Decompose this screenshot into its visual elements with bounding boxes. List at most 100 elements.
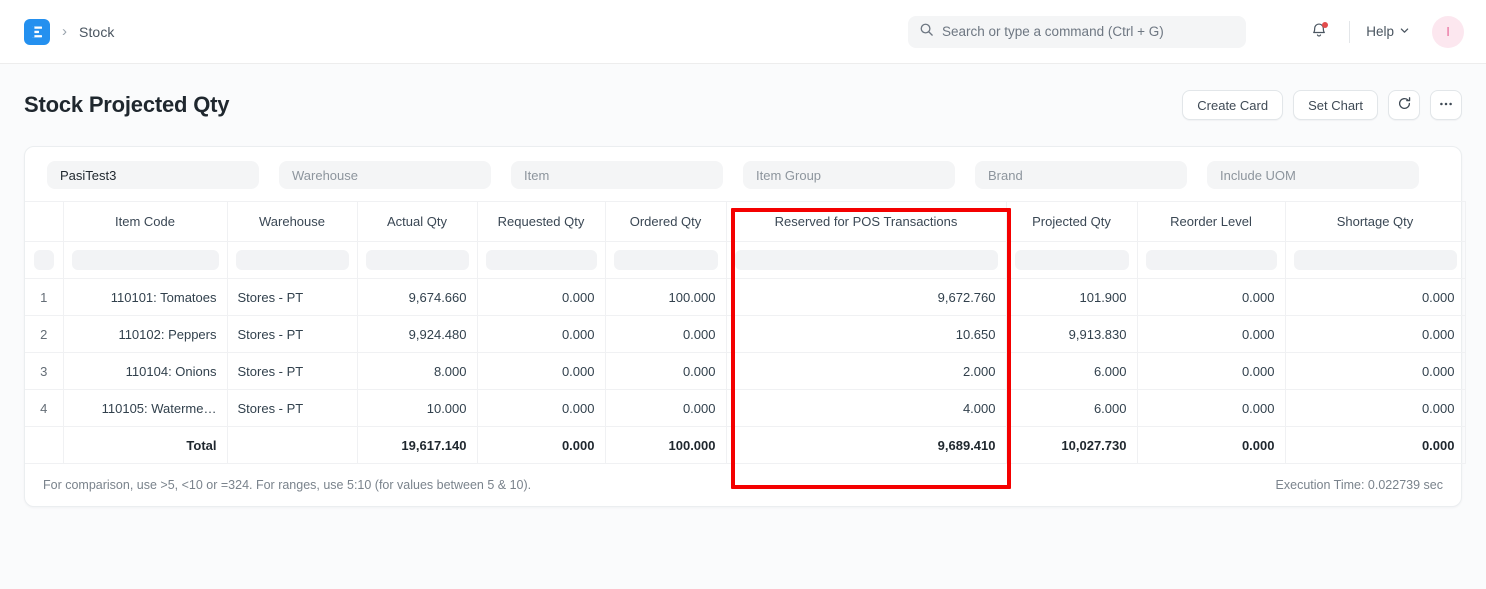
filter-brand-placeholder: Brand [988, 168, 1023, 183]
column-filter-reserved-for-pos-transactions[interactable] [726, 242, 1006, 279]
cell-projected-qty: 6.000 [1006, 390, 1137, 427]
page-body: Stock Projected Qty Create Card Set Char… [0, 64, 1486, 589]
breadcrumb: › Stock [24, 19, 115, 45]
cell-ordered-qty: 0.000 [605, 316, 726, 353]
create-card-button[interactable]: Create Card [1182, 90, 1283, 120]
column-filter-warehouse[interactable] [227, 242, 357, 279]
navbar-right-actions: Help I [1303, 16, 1464, 48]
cell-requested-qty: 0.000 [477, 390, 605, 427]
search-icon [919, 22, 934, 42]
column-header-requested-qty[interactable]: Requested Qty [477, 202, 605, 242]
cell-warehouse[interactable]: Stores - PT [227, 279, 357, 316]
column-header-index[interactable] [25, 202, 63, 242]
column-filter-reorder-level[interactable] [1137, 242, 1285, 279]
filter-include-uom[interactable]: Include UOM [1207, 161, 1419, 189]
table-row[interactable]: 4 110105: Waterme… Stores - PT 10.000 0.… [25, 390, 1465, 427]
help-menu-button[interactable]: Help [1364, 20, 1412, 43]
cell-reorder-level: 0.000 [1137, 390, 1285, 427]
cell-total-ordered-qty: 100.000 [605, 427, 726, 464]
cell-index: 4 [25, 390, 63, 427]
refresh-button[interactable] [1388, 90, 1420, 120]
cell-reserved-for-pos-transactions: 9,672.760 [726, 279, 1006, 316]
cell-shortage-qty: 0.000 [1285, 316, 1465, 353]
column-filter-item-code[interactable] [63, 242, 227, 279]
cell-reserved-for-pos-transactions: 2.000 [726, 353, 1006, 390]
cell-total-label: Total [63, 427, 227, 464]
column-filter-requested-qty[interactable] [477, 242, 605, 279]
table-row[interactable]: 2 110102: Peppers Stores - PT 9,924.480 … [25, 316, 1465, 353]
filter-hint-text: For comparison, use >5, <10 or =324. For… [43, 478, 531, 492]
column-filter-shortage-qty[interactable] [1285, 242, 1465, 279]
cell-reorder-level: 0.000 [1137, 279, 1285, 316]
cell-ordered-qty: 0.000 [605, 390, 726, 427]
column-header-projected-qty[interactable]: Projected Qty [1006, 202, 1137, 242]
cell-warehouse [227, 427, 357, 464]
notifications-button[interactable] [1303, 16, 1335, 48]
help-label: Help [1366, 24, 1394, 39]
cell-projected-qty: 9,913.830 [1006, 316, 1137, 353]
column-filter-ordered-qty[interactable] [605, 242, 726, 279]
cell-item-code[interactable]: 110104: Onions [63, 353, 227, 390]
erpnext-logo-icon[interactable] [24, 19, 50, 45]
cell-total-actual-qty: 19,617.140 [357, 427, 477, 464]
breadcrumb-item-stock[interactable]: Stock [79, 24, 115, 40]
cell-warehouse[interactable]: Stores - PT [227, 353, 357, 390]
cell-total-reorder-level: 0.000 [1137, 427, 1285, 464]
filter-warehouse-placeholder: Warehouse [292, 168, 358, 183]
refresh-icon [1397, 96, 1412, 114]
filter-include-uom-placeholder: Include UOM [1220, 168, 1296, 183]
cell-total-requested-qty: 0.000 [477, 427, 605, 464]
filter-item-group-placeholder: Item Group [756, 168, 821, 183]
table-filter-row [25, 242, 1465, 279]
cell-actual-qty: 9,674.660 [357, 279, 477, 316]
set-chart-button[interactable]: Set Chart [1293, 90, 1378, 120]
global-search[interactable] [908, 16, 1246, 48]
avatar-initial: I [1446, 24, 1450, 39]
search-input[interactable] [942, 24, 1235, 39]
cell-reserved-for-pos-transactions: 4.000 [726, 390, 1006, 427]
cell-item-code[interactable]: 110101: Tomatoes [63, 279, 227, 316]
filter-warehouse[interactable]: Warehouse [279, 161, 491, 189]
report-card: PasiTest3 Warehouse Item Item Group Bran… [24, 146, 1462, 507]
cell-item-code[interactable]: 110105: Waterme… [63, 390, 227, 427]
column-filter-projected-qty[interactable] [1006, 242, 1137, 279]
cell-requested-qty: 0.000 [477, 316, 605, 353]
column-header-reserved-for-pos-transactions[interactable]: Reserved for POS Transactions [726, 202, 1006, 242]
filter-company[interactable]: PasiTest3 [47, 161, 259, 189]
execution-time-text: Execution Time: 0.022739 sec [1276, 478, 1443, 492]
table-row[interactable]: 1 110101: Tomatoes Stores - PT 9,674.660… [25, 279, 1465, 316]
cell-index: 1 [25, 279, 63, 316]
cell-actual-qty: 9,924.480 [357, 316, 477, 353]
filter-item-placeholder: Item [524, 168, 549, 183]
cell-reorder-level: 0.000 [1137, 353, 1285, 390]
cell-projected-qty: 101.900 [1006, 279, 1137, 316]
cell-requested-qty: 0.000 [477, 279, 605, 316]
filter-brand[interactable]: Brand [975, 161, 1187, 189]
column-filter-index[interactable] [25, 242, 63, 279]
table-row[interactable]: 3 110104: Onions Stores - PT 8.000 0.000… [25, 353, 1465, 390]
chevron-down-icon [1399, 24, 1410, 39]
cell-item-code[interactable]: 110102: Peppers [63, 316, 227, 353]
report-table-wrapper: Item Code Warehouse Actual Qty Requested… [25, 201, 1461, 464]
filter-item[interactable]: Item [511, 161, 723, 189]
cell-index: 3 [25, 353, 63, 390]
more-options-button[interactable] [1430, 90, 1462, 120]
column-header-shortage-qty[interactable]: Shortage Qty [1285, 202, 1465, 242]
column-header-actual-qty[interactable]: Actual Qty [357, 202, 477, 242]
cell-warehouse[interactable]: Stores - PT [227, 390, 357, 427]
report-footer: For comparison, use >5, <10 or =324. For… [25, 464, 1461, 506]
column-header-item-code[interactable]: Item Code [63, 202, 227, 242]
cell-requested-qty: 0.000 [477, 353, 605, 390]
cell-warehouse[interactable]: Stores - PT [227, 316, 357, 353]
table-header-row: Item Code Warehouse Actual Qty Requested… [25, 202, 1465, 242]
cell-actual-qty: 10.000 [357, 390, 477, 427]
column-header-ordered-qty[interactable]: Ordered Qty [605, 202, 726, 242]
breadcrumb-separator-icon: › [60, 23, 69, 40]
avatar[interactable]: I [1432, 16, 1464, 48]
column-header-warehouse[interactable]: Warehouse [227, 202, 357, 242]
filter-item-group[interactable]: Item Group [743, 161, 955, 189]
cell-shortage-qty: 0.000 [1285, 279, 1465, 316]
column-filter-actual-qty[interactable] [357, 242, 477, 279]
column-header-reorder-level[interactable]: Reorder Level [1137, 202, 1285, 242]
report-filters: PasiTest3 Warehouse Item Item Group Bran… [25, 147, 1461, 201]
